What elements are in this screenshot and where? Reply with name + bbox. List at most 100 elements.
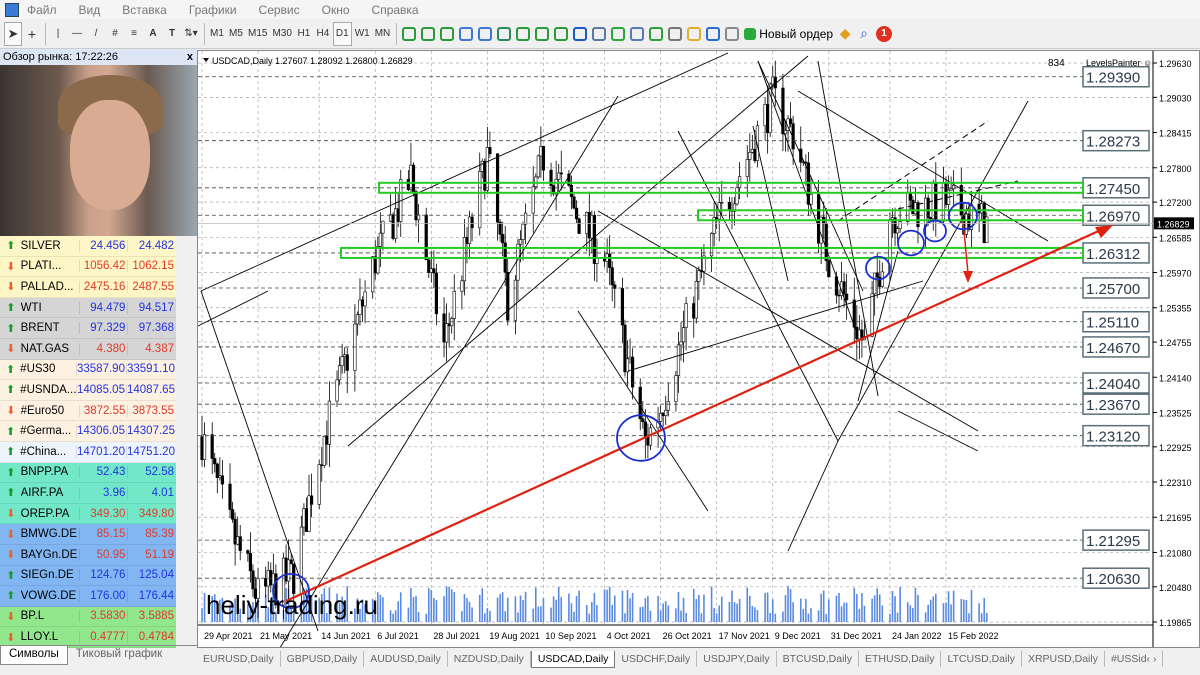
- candle-body: [513, 279, 517, 321]
- market-watch-row[interactable]: ⬇ BMWG.DE 85.15 85.39: [0, 524, 176, 545]
- timeframe-M1[interactable]: M1: [208, 22, 226, 46]
- chart-shift-icon[interactable]: [533, 22, 551, 46]
- timeframe-M30[interactable]: M30: [270, 22, 293, 46]
- chart-tab[interactable]: LTCUSD,Daily: [941, 651, 1022, 667]
- tab-tick-chart[interactable]: Тиковый график: [68, 646, 170, 665]
- menu-item-1[interactable]: Вид: [79, 3, 101, 17]
- data-window-icon[interactable]: [685, 22, 703, 46]
- candle-body: [873, 272, 877, 295]
- fibo-fan-icon[interactable]: ≡: [125, 22, 143, 46]
- menu-item-5[interactable]: Окно: [322, 3, 350, 17]
- timeframe-M5[interactable]: M5: [227, 22, 245, 46]
- tile-windows-icon[interactable]: [495, 22, 513, 46]
- new-chart-icon[interactable]: [609, 22, 627, 46]
- market-watch-row[interactable]: ⬇ #Euro50 3872.55 3873.55: [0, 400, 176, 422]
- candle-body: [628, 356, 632, 360]
- metaeditor-icon[interactable]: ◆: [836, 22, 854, 46]
- market-watch-row[interactable]: ⬆ VOWG.DE 176.00 176.44: [0, 586, 176, 607]
- market-watch-row[interactable]: ⬆ #Germa... 14306.05 14307.25: [0, 421, 176, 442]
- new-order-button[interactable]: Новый ордер: [742, 22, 835, 46]
- candlestick-icon[interactable]: [419, 22, 437, 46]
- chart-tab[interactable]: ETHUSD,Daily: [859, 651, 942, 667]
- chart-tab[interactable]: EURUSD,Daily: [197, 651, 281, 667]
- line-chart-icon[interactable]: [438, 22, 456, 46]
- chart-tab[interactable]: BTCUSD,Daily: [777, 651, 860, 667]
- timeframe-H4[interactable]: H4: [314, 22, 332, 46]
- market-watch-row[interactable]: ⬆ SIEGn.DE 124.76 125.04: [0, 565, 176, 587]
- templates-icon[interactable]: [590, 22, 608, 46]
- candle-body: [870, 293, 874, 337]
- chart-window[interactable]: 1.29630 1.29030 1.28415 1.27800 1.27200 1.265…: [197, 50, 1200, 648]
- profiles-icon[interactable]: [628, 22, 646, 46]
- market-watch-row[interactable]: ⬇ OREP.PA 349.30 349.80: [0, 503, 176, 525]
- fibonacci-icon[interactable]: #: [106, 22, 124, 46]
- market-watch-row[interactable]: ⬆ #USNDA... 14085.05 14087.65: [0, 380, 176, 401]
- candle-body: [753, 148, 757, 162]
- market-watch-row[interactable]: ⬆ SILVER 24.456 24.482: [0, 236, 176, 257]
- chart-tab[interactable]: USDCHF,Daily: [615, 651, 698, 667]
- zoom-in-icon[interactable]: [457, 22, 475, 46]
- market-watch-row[interactable]: ⬇ PLATI... 1056.42 1062.15: [0, 256, 176, 278]
- timeframe-M15[interactable]: M15: [246, 22, 269, 46]
- ask: 176.44: [127, 589, 176, 602]
- vertical-line-icon[interactable]: |: [49, 22, 67, 46]
- chart-tab[interactable]: XRPUSD,Daily: [1022, 651, 1105, 667]
- chart-tab[interactable]: GBPUSD,Daily: [281, 651, 365, 667]
- menu-item-3[interactable]: Графики: [189, 3, 237, 17]
- navigator-icon[interactable]: [666, 22, 684, 46]
- text-icon[interactable]: A: [144, 22, 162, 46]
- tester-icon[interactable]: [723, 22, 741, 46]
- timeframe-MN[interactable]: MN: [373, 22, 393, 46]
- timeframe-H1[interactable]: H1: [295, 22, 313, 46]
- menu-item-2[interactable]: Вставка: [122, 3, 167, 17]
- market-watch-row[interactable]: ⬇ BAYGn.DE 50.95 51.19: [0, 544, 176, 566]
- candle-body: [817, 194, 821, 244]
- tab-symbols[interactable]: Символы: [0, 646, 68, 665]
- timeframe-D1[interactable]: D1: [332, 21, 352, 46]
- market-watch-row[interactable]: ⬆ #US30 33587.90 33591.10: [0, 359, 176, 381]
- menu-item-0[interactable]: Файл: [27, 3, 57, 17]
- level-label: 1.25110: [1086, 315, 1139, 332]
- close-icon[interactable]: x: [187, 49, 193, 65]
- market-watch-row[interactable]: ⬇ NAT.GAS 4.380 4.387: [0, 338, 176, 360]
- chart-tab[interactable]: NZDUSD,Daily: [448, 651, 531, 667]
- menu-item-6[interactable]: Справка: [372, 3, 419, 17]
- periods-icon[interactable]: [571, 22, 589, 46]
- horizontal-line-icon[interactable]: —: [68, 22, 86, 46]
- candle-body: [720, 202, 724, 204]
- market-watch-row[interactable]: ⬆ BNPP.PA 52.43 52.58: [0, 462, 176, 484]
- candle-body: [432, 268, 436, 274]
- zoom-out-icon[interactable]: [476, 22, 494, 46]
- candle-body: [929, 217, 933, 220]
- arrows-icon[interactable]: ⇅▾: [182, 22, 200, 46]
- market-watch-row[interactable]: ⬆ #China... 14701.20 14751.20: [0, 441, 176, 463]
- terminal-icon[interactable]: [704, 22, 722, 46]
- indicators-icon[interactable]: [552, 22, 570, 46]
- candle-body: [518, 239, 523, 245]
- market-watch-row[interactable]: ⬆ AIRF.PA 3.96 4.01: [0, 483, 176, 504]
- chart-tab[interactable]: USDJPY,Daily: [697, 651, 777, 667]
- arrow-up-icon: ⬆: [5, 446, 16, 459]
- search-icon[interactable]: ⌕: [855, 22, 873, 46]
- notification-badge[interactable]: 1: [874, 22, 894, 46]
- menu-item-4[interactable]: Сервис: [259, 3, 300, 17]
- text-label-icon[interactable]: T: [163, 22, 181, 46]
- chart-tab[interactable]: USDCAD,Daily: [530, 650, 616, 668]
- candle-body: [307, 495, 311, 532]
- crosshair-icon[interactable]: +: [23, 22, 41, 46]
- candle-body: [679, 341, 683, 346]
- timeframe-W1[interactable]: W1: [353, 22, 372, 46]
- market-watch-row[interactable]: ⬆ BRENT 97.329 97.368: [0, 318, 176, 339]
- market-watch-row[interactable]: ⬆ WTI 94.479 94.517: [0, 297, 176, 319]
- cursor-icon[interactable]: ➤: [4, 21, 22, 46]
- trendline-icon[interactable]: /: [87, 22, 105, 46]
- chart-tab[interactable]: #USSid‹ ›: [1105, 651, 1164, 667]
- candle-body: [641, 418, 645, 423]
- market-watch-row[interactable]: ⬇ PALLAD... 2475.16 2487.55: [0, 277, 176, 298]
- candle-body: [539, 146, 543, 157]
- auto-scroll-icon[interactable]: [514, 22, 532, 46]
- market-watch-icon[interactable]: [647, 22, 665, 46]
- chart-tab[interactable]: AUDUSD,Daily: [364, 651, 448, 667]
- market-watch-row[interactable]: ⬇ BP.L 3.5830 3.5885: [0, 606, 176, 628]
- bar-chart-icon[interactable]: [400, 22, 418, 46]
